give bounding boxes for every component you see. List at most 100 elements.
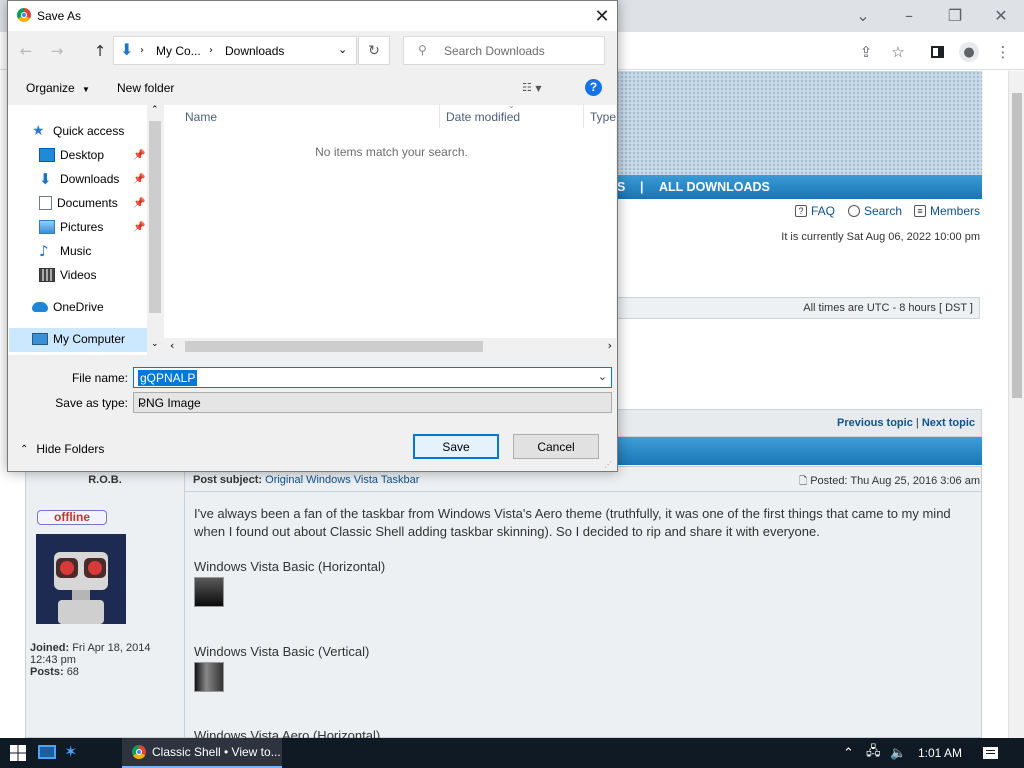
- next-topic-link[interactable]: Next topic: [922, 417, 975, 429]
- nav-item-label: Videos: [60, 268, 97, 282]
- previous-topic-link[interactable]: Previous topic: [837, 417, 913, 429]
- tab-search-chevron-icon[interactable]: ⌄: [840, 0, 886, 30]
- new-folder-button[interactable]: New folder: [117, 81, 174, 95]
- nav-item-documents[interactable]: Documents: [39, 194, 118, 212]
- chevron-down-icon: ▼: [82, 85, 90, 94]
- back-icon[interactable]: ←: [16, 40, 36, 62]
- close-window-icon[interactable]: ✕: [978, 0, 1024, 30]
- breadcrumb-item[interactable]: Downloads: [225, 44, 284, 58]
- task-view-icon[interactable]: [38, 745, 56, 759]
- volume-icon[interactable]: 🔈: [890, 738, 906, 768]
- pin-icon[interactable]: 📌: [133, 150, 145, 161]
- minimize-icon[interactable]: –: [886, 0, 932, 30]
- nav-pane-scrollbar[interactable]: ⌃ ⌄: [147, 105, 163, 355]
- members-link[interactable]: ≡ Members: [914, 203, 980, 219]
- nav-item-my-computer[interactable]: My Computer: [32, 330, 125, 348]
- pin-icon[interactable]: 📌: [133, 222, 145, 233]
- help-icon[interactable]: ?: [585, 79, 602, 96]
- tray-chevron-icon[interactable]: ⌃: [843, 738, 854, 768]
- organize-button[interactable]: Organize ▼: [26, 81, 90, 95]
- column-separator[interactable]: [583, 104, 584, 128]
- pinned-star-icon[interactable]: ✶: [64, 742, 77, 761]
- horizontal-scrollbar[interactable]: ‹ ›: [164, 338, 616, 355]
- resize-grip-icon[interactable]: ⋰: [604, 460, 612, 469]
- pin-icon[interactable]: 📌: [133, 198, 145, 209]
- taskbar-preview-image[interactable]: [194, 577, 224, 607]
- page-scrollbar[interactable]: [1008, 71, 1024, 738]
- scroll-down-icon[interactable]: ⌄: [151, 339, 159, 349]
- status-badge: offline: [37, 510, 107, 525]
- chevron-down-icon[interactable]: ⌄: [338, 43, 347, 56]
- nav-item-downloads[interactable]: ⬇ Downloads: [39, 170, 119, 188]
- hide-folders-label: Hide Folders: [36, 442, 105, 456]
- nav-item-onedrive[interactable]: OneDrive: [32, 298, 104, 316]
- dialog-title: Save As: [37, 9, 82, 23]
- file-name-input[interactable]: gQPNALP ⌄: [133, 367, 612, 388]
- share-icon[interactable]: ⇪: [853, 40, 879, 64]
- restore-icon[interactable]: ❐: [932, 0, 978, 30]
- file-list-pane: [164, 105, 616, 355]
- column-header-type[interactable]: Type: [590, 110, 616, 124]
- close-icon[interactable]: ✕: [588, 3, 616, 29]
- nav-item-pictures[interactable]: Pictures: [39, 218, 103, 236]
- search-input[interactable]: ⚲ Search Downloads: [403, 36, 605, 65]
- subject-link[interactable]: Original Windows Vista Taskbar: [265, 474, 419, 486]
- nav-item-quick-access[interactable]: ★ Quick access: [32, 122, 124, 140]
- nav-item-videos[interactable]: Videos: [39, 266, 96, 284]
- chrome-icon: [17, 8, 31, 22]
- address-bar[interactable]: ⬇ › My Co... › Downloads ⌄: [113, 36, 357, 65]
- post-date-text: Posted: Thu Aug 25, 2016 3:06 am: [810, 475, 980, 487]
- nav-item-label: My Computer: [53, 332, 126, 346]
- search-icon: [848, 205, 860, 217]
- pin-icon[interactable]: 📌: [133, 174, 145, 185]
- breadcrumb-item[interactable]: My Co...: [156, 44, 201, 58]
- nav-link-all-downloads[interactable]: ALL DOWNLOADS: [659, 180, 770, 194]
- star-icon: ★: [32, 123, 45, 139]
- star-icon[interactable]: ☆: [885, 40, 911, 64]
- column-header-date-modified[interactable]: Date modified: [446, 110, 520, 124]
- post-icon: 🗋: [799, 476, 808, 487]
- profile-icon[interactable]: ●: [956, 40, 982, 64]
- save-type-select[interactable]: PNG Image ⌄: [133, 392, 612, 413]
- hide-folders-toggle[interactable]: ⌃ Hide Folders: [20, 442, 104, 456]
- chevron-down-icon[interactable]: ⌄: [598, 370, 607, 383]
- breadcrumb-chevron-icon: ›: [209, 45, 213, 56]
- windows-logo-icon: [10, 745, 26, 761]
- side-panel-icon[interactable]: [924, 40, 950, 64]
- network-icon[interactable]: 🖧: [866, 738, 881, 768]
- faq-link[interactable]: ? FAQ: [795, 203, 835, 219]
- save-type-label: Save as type:: [55, 396, 128, 410]
- notification-icon[interactable]: [983, 738, 998, 768]
- scroll-up-icon[interactable]: ⌃: [151, 105, 159, 115]
- post-text: I've always been a fan of the taskbar fr…: [194, 506, 951, 539]
- view-options-icon[interactable]: ☷ ▼: [522, 81, 542, 94]
- post-author[interactable]: R.O.B.: [25, 474, 185, 486]
- search-link[interactable]: Search: [848, 203, 902, 219]
- organize-label: Organize: [26, 81, 75, 95]
- topic-separator: |: [915, 417, 919, 429]
- start-button[interactable]: [0, 738, 36, 768]
- taskbar-chrome-app[interactable]: Classic Shell • View to...: [122, 738, 282, 768]
- file-name-value: gQPNALP: [138, 370, 198, 386]
- faq-icon: ?: [795, 205, 807, 217]
- forward-icon[interactable]: →: [47, 40, 67, 62]
- scroll-thumb[interactable]: [185, 341, 483, 352]
- column-separator[interactable]: [439, 104, 440, 128]
- column-header-name[interactable]: Name: [185, 110, 217, 124]
- nav-item-desktop[interactable]: Desktop: [39, 146, 104, 164]
- nav-item-label: OneDrive: [53, 300, 104, 314]
- clock[interactable]: 1:01 AM: [918, 738, 962, 768]
- nav-link-fragment[interactable]: S: [617, 180, 625, 194]
- save-button[interactable]: Save: [413, 434, 499, 459]
- up-icon[interactable]: ↑: [90, 40, 110, 62]
- download-arrow-icon: ⬇: [39, 170, 52, 188]
- scroll-thumb[interactable]: [149, 121, 161, 313]
- taskbar-preview-image[interactable]: [194, 662, 224, 692]
- refresh-icon[interactable]: ↻: [358, 36, 390, 65]
- scroll-left-icon[interactable]: ‹: [170, 339, 174, 352]
- nav-item-music[interactable]: ♪ Music: [39, 242, 91, 260]
- scroll-right-icon[interactable]: ›: [608, 339, 612, 352]
- menu-icon[interactable]: ⋮: [990, 40, 1016, 64]
- cancel-button[interactable]: Cancel: [513, 434, 599, 459]
- dialog-titlebar: [8, 1, 617, 31]
